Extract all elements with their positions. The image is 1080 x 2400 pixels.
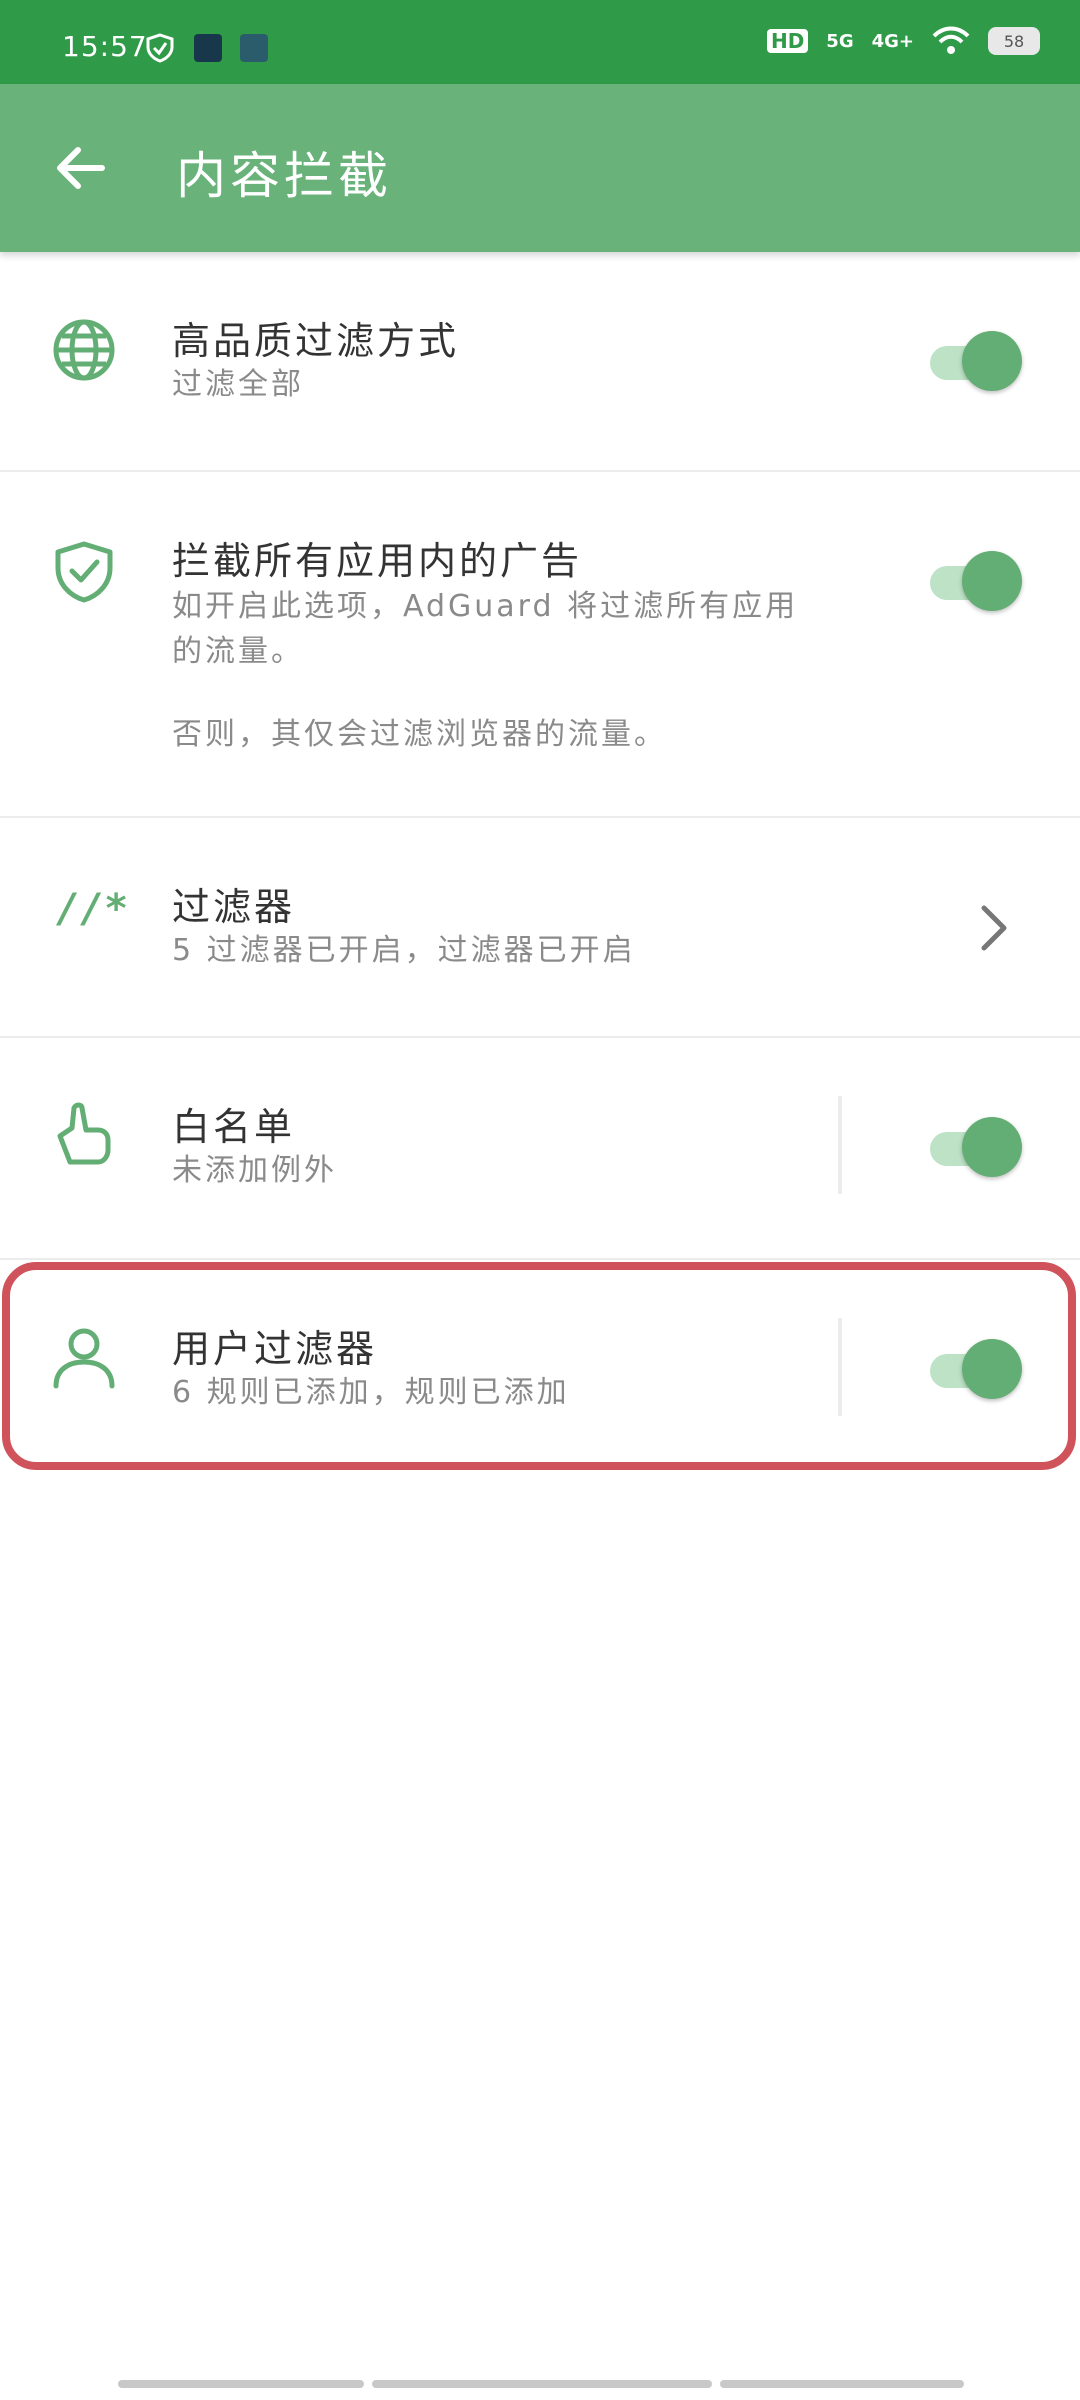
item-title: 过滤器 (172, 885, 296, 929)
block-ads-all-apps-toggle[interactable] (922, 548, 1022, 614)
globe-icon (53, 319, 115, 381)
status-bar: 15:57 HD 5G 4G+ 58 (0, 0, 1080, 84)
shield-status-icon (146, 33, 174, 63)
item-subtitle: 如开启此选项，AdGuard 将过滤所有应用的流量。 (172, 589, 799, 669)
shield-check-icon (55, 541, 113, 603)
item-subtitle: 过滤全部 (172, 367, 304, 402)
battery-level: 58 (1003, 31, 1025, 51)
battery-icon: 58 (988, 27, 1040, 55)
gesture-nav-bar (118, 2380, 964, 2388)
highlight-box (2, 1262, 1076, 1470)
divider (838, 1096, 842, 1194)
list-item-block-ads-all-apps[interactable]: 拦截所有应用内的广告 如开启此选项，AdGuard 将过滤所有应用的流量。 否则… (0, 472, 1080, 818)
chevron-right-icon[interactable] (972, 896, 1016, 960)
thumbs-up-icon (57, 1102, 111, 1165)
page-title: 内容拦截 (176, 147, 392, 205)
notification-avatar-icon (240, 34, 268, 62)
list-item-allowlist[interactable]: 白名单 未添加例外 (0, 1038, 1080, 1260)
network-5g-signal-icon: 5G (826, 30, 854, 52)
list-item-high-quality-filtering[interactable]: 高品质过滤方式 过滤全部 (0, 252, 1080, 472)
item-title: 高品质过滤方式 (172, 319, 460, 363)
list-item-filters[interactable]: //* 过滤器 5 过滤器已开启，过滤器已开启 (0, 818, 1080, 1038)
status-time: 15:57 (62, 30, 148, 63)
filter-rule-icon: //* (56, 886, 129, 932)
item-title: 拦截所有应用内的广告 (172, 539, 583, 583)
high-quality-filtering-toggle[interactable] (922, 328, 1022, 394)
item-subtitle: 未添加例外 (172, 1153, 337, 1188)
app-bar: 内容拦截 (0, 84, 1080, 252)
item-subtitle: 5 过滤器已开启，过滤器已开启 (172, 933, 636, 968)
network-4g-signal-icon: 4G+ (871, 30, 914, 52)
item-title: 白名单 (172, 1105, 296, 1149)
notification-app-icon (194, 34, 222, 62)
allowlist-toggle[interactable] (922, 1114, 1022, 1180)
arrow-left-icon[interactable] (48, 136, 112, 200)
hd-voice-icon: HD (766, 29, 809, 53)
item-subtitle-note: 否则，其仅会过滤浏览器的流量。 (172, 717, 667, 752)
wifi-icon (932, 26, 970, 54)
